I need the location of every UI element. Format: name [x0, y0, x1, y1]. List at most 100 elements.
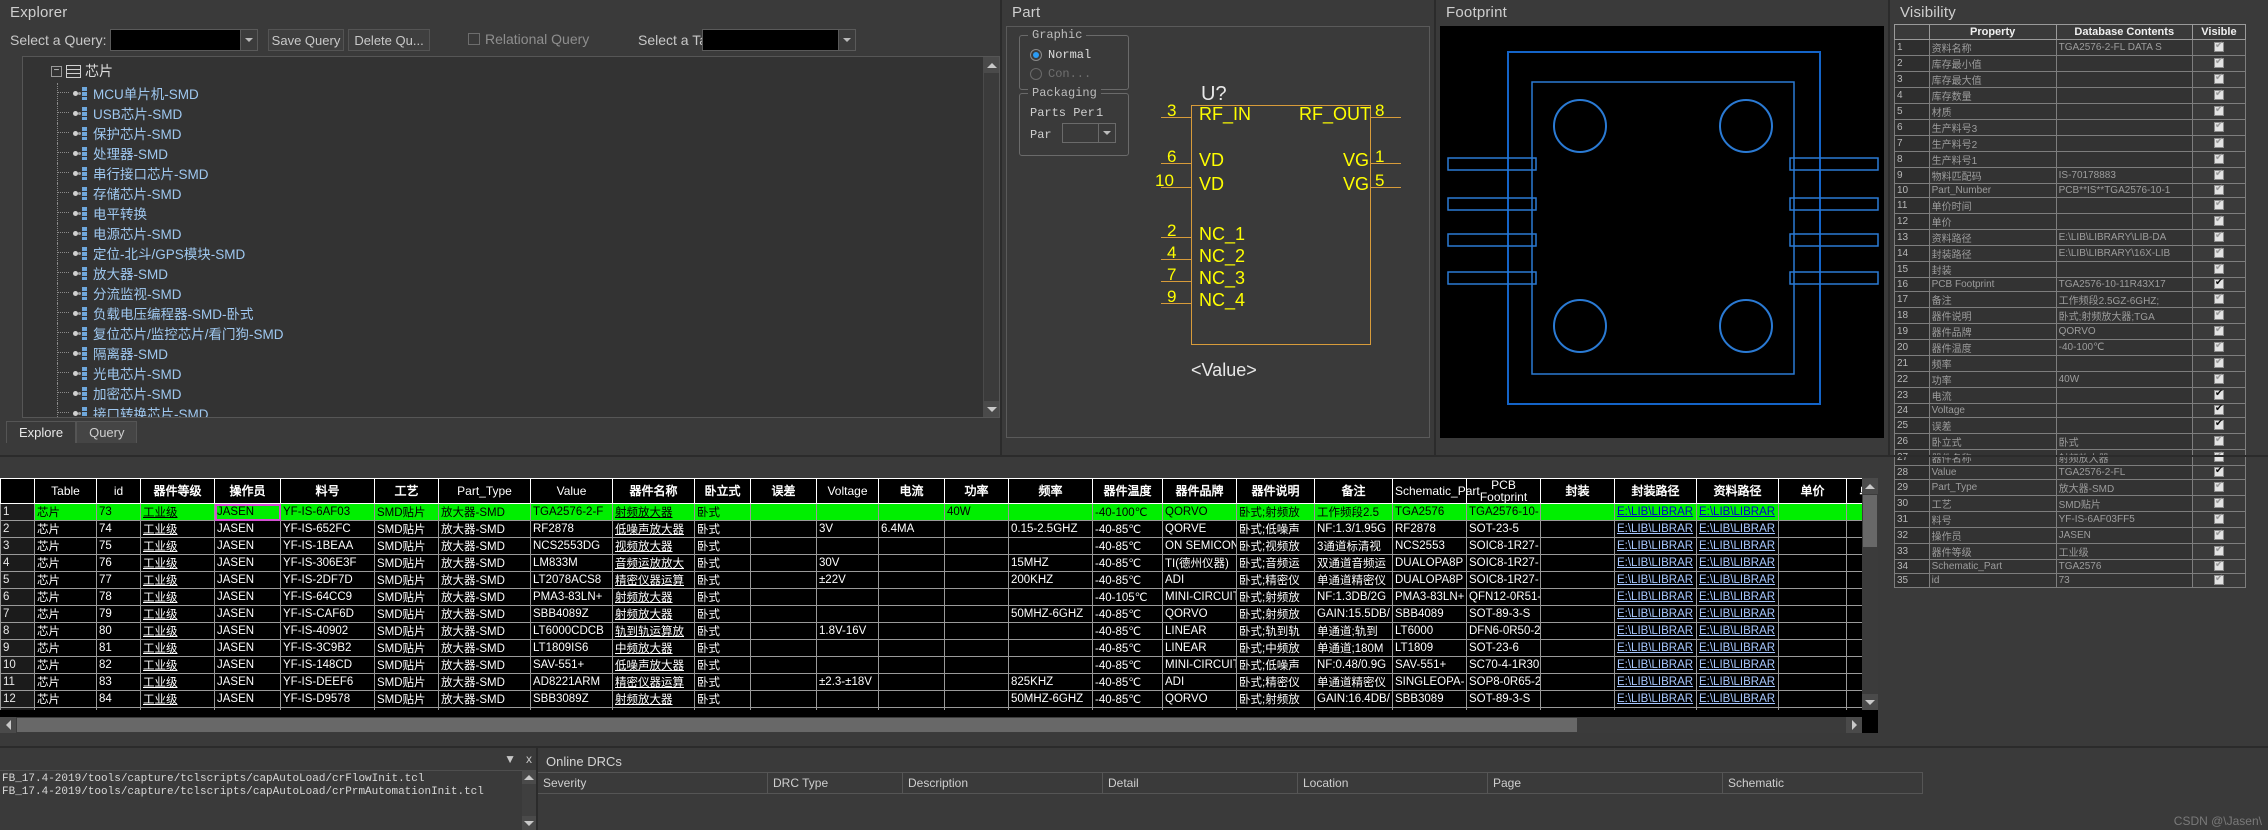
- category-tree[interactable]: − 芯片 MCU单片机-SMDUSB芯片-SMD保护芯片-SMD处理器-SMD串…: [22, 56, 1000, 418]
- grid-col-器件说明[interactable]: 器件说明: [1237, 479, 1315, 504]
- row-number[interactable]: 5: [1, 572, 35, 589]
- cell-卧立式[interactable]: 卧式: [695, 708, 751, 711]
- cell-Schematic_Part[interactable]: PMA-5456+: [1393, 708, 1467, 711]
- tree-item-12[interactable]: 复位芯片/监控芯片/看门狗-SMD: [23, 323, 999, 343]
- cell-电流[interactable]: [879, 555, 945, 572]
- cell-Table[interactable]: 芯片: [35, 640, 97, 657]
- table-row[interactable]: 8芯片80工业级JASENYF-IS-40902SMD贴片放大器-SMDLT60…: [1, 623, 1863, 640]
- visibility-row[interactable]: 33器件等级工业级: [1895, 544, 2246, 560]
- cell-Schematic_Part[interactable]: TGA2576: [1393, 504, 1467, 521]
- cell-电流[interactable]: [879, 572, 945, 589]
- cell-器件等级[interactable]: 工业级: [141, 538, 215, 555]
- cell-Value[interactable]: PMA3-83LN+: [531, 589, 613, 606]
- cell-Value[interactable]: SBB4089Z: [531, 606, 613, 623]
- cell-工艺[interactable]: SMD贴片: [375, 640, 439, 657]
- visibility-row[interactable]: 3库存最大值: [1895, 72, 2246, 88]
- cell-器件温度[interactable]: -40-85℃: [1093, 623, 1163, 640]
- visibility-row[interactable]: 30工艺SMD贴片: [1895, 496, 2246, 512]
- table-row[interactable]: 2芯片74工业级JASENYF-IS-652FCSMD贴片放大器-SMDRF28…: [1, 521, 1863, 538]
- cell-器件温度[interactable]: -40-85℃: [1093, 674, 1163, 691]
- cell-单价时间[interactable]: [1847, 708, 1863, 711]
- cell-id[interactable]: 82: [97, 657, 141, 674]
- visible-checkbox[interactable]: [2192, 466, 2245, 480]
- cell-卧立式[interactable]: 卧式: [695, 589, 751, 606]
- visible-checkbox[interactable]: [2192, 214, 2245, 230]
- cell-器件品牌[interactable]: TI(德州仪器): [1163, 555, 1237, 572]
- cell-器件说明[interactable]: 卧式;精密仪: [1237, 572, 1315, 589]
- cell-Voltage[interactable]: [817, 657, 879, 674]
- cell-资料路径[interactable]: E:\LIB\LIBRAR: [1697, 555, 1779, 572]
- visibility-row[interactable]: 24Voltage: [1895, 404, 2246, 418]
- table-row[interactable]: 3芯片75工业级JASENYF-IS-1BEAASMD贴片放大器-SMDNCS2…: [1, 538, 1863, 555]
- cell-器件名称[interactable]: 视频放大器: [613, 538, 695, 555]
- visibility-row[interactable]: 27器件名称射频放大器: [1895, 450, 2246, 466]
- cell-封装[interactable]: [1541, 504, 1615, 521]
- cell-id[interactable]: 83: [97, 674, 141, 691]
- cell-料号[interactable]: YF-IS-148CD: [281, 657, 375, 674]
- cell-Table[interactable]: 芯片: [35, 674, 97, 691]
- visible-checkbox[interactable]: [2192, 512, 2245, 528]
- cell-器件等级[interactable]: 工业级: [141, 691, 215, 708]
- cell-封装[interactable]: [1541, 674, 1615, 691]
- cell-电流[interactable]: [879, 674, 945, 691]
- tree-root-node[interactable]: − 芯片: [23, 57, 999, 83]
- cell-器件品牌[interactable]: QORVO: [1163, 504, 1237, 521]
- cell-id[interactable]: 73: [97, 504, 141, 521]
- cell-工艺[interactable]: SMD贴片: [375, 623, 439, 640]
- cell-id[interactable]: 74: [97, 521, 141, 538]
- cell-单价时间[interactable]: [1847, 640, 1863, 657]
- grid-col-封装[interactable]: 封装: [1541, 479, 1615, 504]
- grid-col-Part_Type[interactable]: Part_Type: [439, 479, 531, 504]
- cell-PCB Footprint[interactable]: SOT-23-5: [1467, 521, 1541, 538]
- cell-Part_Type[interactable]: 放大器-SMD: [439, 691, 531, 708]
- cell-工艺[interactable]: SMD贴片: [375, 504, 439, 521]
- cell-Voltage[interactable]: [817, 606, 879, 623]
- relational-query-checkbox[interactable]: Relational Query: [468, 31, 589, 47]
- cell-Voltage[interactable]: [817, 691, 879, 708]
- cell-id[interactable]: 77: [97, 572, 141, 589]
- cell-工艺[interactable]: SMD贴片: [375, 691, 439, 708]
- visible-checkbox[interactable]: [2192, 496, 2245, 512]
- cell-器件名称[interactable]: 音频运放放大: [613, 555, 695, 572]
- graphic-normal-radio[interactable]: Normal: [1030, 48, 1091, 62]
- cell-Schematic_Part[interactable]: RF2878: [1393, 521, 1467, 538]
- cell-Schematic_Part[interactable]: LT1809: [1393, 640, 1467, 657]
- cell-Part_Type[interactable]: 放大器-SMD: [439, 538, 531, 555]
- cell-频率[interactable]: 825KHZ: [1009, 674, 1093, 691]
- cell-单价时间[interactable]: [1847, 657, 1863, 674]
- visible-checkbox[interactable]: [2192, 480, 2245, 496]
- cell-器件说明[interactable]: 卧式;视频放: [1237, 538, 1315, 555]
- visibility-row[interactable]: 18器件说明卧式;射频放大器;TGA: [1895, 308, 2246, 324]
- visible-checkbox[interactable]: [2192, 104, 2245, 120]
- cell-Schematic_Part[interactable]: SINGLEOPA-: [1393, 674, 1467, 691]
- visibility-row[interactable]: 15封装: [1895, 262, 2246, 278]
- cell-电流[interactable]: [879, 691, 945, 708]
- scroll-down-icon[interactable]: [522, 816, 536, 830]
- visibility-row[interactable]: 29Part_Type放大器-SMD: [1895, 480, 2246, 496]
- table-row[interactable]: 1芯片73工业级JASENYF-IS-6AF03SMD贴片放大器-SMDTGA2…: [1, 504, 1863, 521]
- scroll-down-icon[interactable]: [984, 401, 1000, 417]
- visible-checkbox[interactable]: [2192, 574, 2245, 588]
- cell-Voltage[interactable]: [817, 504, 879, 521]
- table-row[interactable]: 5芯片77工业级JASENYF-IS-2DF7DSMD贴片放大器-SMDLT20…: [1, 572, 1863, 589]
- cell-单价时间[interactable]: [1847, 691, 1863, 708]
- cell-操作员[interactable]: JASEN: [215, 640, 281, 657]
- cell-功率[interactable]: [945, 555, 1009, 572]
- tree-item-2[interactable]: 保护芯片-SMD: [23, 123, 999, 143]
- cell-Schematic_Part[interactable]: SBB4089: [1393, 606, 1467, 623]
- cell-器件名称[interactable]: 低噪声放大器: [613, 657, 695, 674]
- visibility-row[interactable]: 6生产料号3: [1895, 120, 2246, 136]
- cell-PCB Footprint[interactable]: SOT-23-6: [1467, 640, 1541, 657]
- cell-频率[interactable]: [1009, 623, 1093, 640]
- cell-误差[interactable]: [751, 623, 817, 640]
- cell-操作员[interactable]: JASEN: [215, 521, 281, 538]
- cell-操作员[interactable]: JASEN: [215, 538, 281, 555]
- cell-资料路径[interactable]: E:\LIB\LIBRAR: [1697, 504, 1779, 521]
- collapse-icon[interactable]: −: [51, 66, 62, 77]
- cell-Part_Type[interactable]: 放大器-SMD: [439, 504, 531, 521]
- row-number[interactable]: 1: [1, 504, 35, 521]
- cell-器件说明[interactable]: 卧式;射频放: [1237, 606, 1315, 623]
- cell-器件品牌[interactable]: QORVO: [1163, 691, 1237, 708]
- cell-器件等级[interactable]: 工业级: [141, 504, 215, 521]
- cell-器件温度[interactable]: -40-85℃: [1093, 555, 1163, 572]
